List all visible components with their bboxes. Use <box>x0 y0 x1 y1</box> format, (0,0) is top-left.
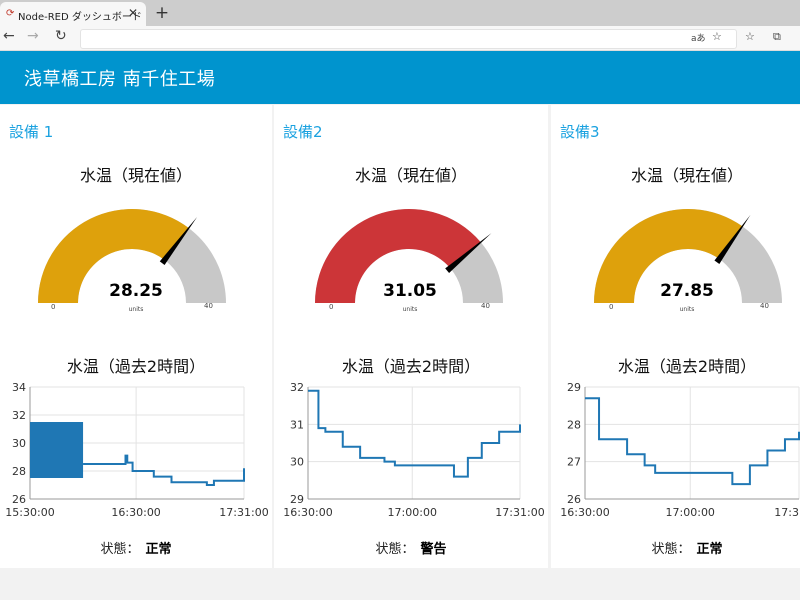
chart-title: 水温（過去2時間） <box>66 357 206 376</box>
y-tick-label: 26 <box>12 493 26 506</box>
status-line: 状態： 正常 <box>551 538 800 557</box>
address-bar[interactable] <box>80 29 737 49</box>
y-tick-label: 29 <box>567 381 581 394</box>
refresh-icon[interactable]: ↻ <box>55 28 67 44</box>
y-tick-label: 32 <box>290 381 304 394</box>
gauge-min-label: 0 <box>51 303 56 311</box>
x-tick-label: 17:31:00 <box>495 506 544 519</box>
back-arrow-icon[interactable]: ← <box>3 28 15 44</box>
group-card-3: 設備3 水温（現在値） 27.85 units 0 40 水温（過去2時間） 2… <box>551 105 800 568</box>
y-tick-label: 30 <box>290 456 304 469</box>
status-value: 正常 <box>696 542 723 557</box>
y-tick-label: 26 <box>567 493 581 506</box>
group-title: 設備 1 <box>9 123 54 141</box>
forward-arrow-icon[interactable]: → <box>27 28 39 44</box>
series-line <box>308 389 521 478</box>
status-value: 警告 <box>420 542 447 557</box>
browser-toolbar: ← → ↻ aあ ☆ ☆ ⧉ <box>0 26 800 51</box>
temperature-line-chart: 29 30 31 32 16:30:00 17:00:00 17:31:00 <box>283 381 544 519</box>
gauge-value: 27.85 <box>660 281 714 301</box>
browser-tab[interactable]: ⟳ Node-RED ダッシュボード ✕ <box>0 2 146 26</box>
dashboard-title: 浅草橋工房 南千住工場 <box>24 69 216 90</box>
gauge-value: 28.25 <box>109 281 163 301</box>
status-label: 状態： <box>375 542 415 557</box>
series-line <box>83 454 245 486</box>
y-tick-label: 27 <box>567 456 581 469</box>
group-card-2: 設備2 水温（現在値） 31.05 units 0 40 水温（過去2時間） 2… <box>274 105 548 568</box>
gauge-units: units <box>402 306 418 313</box>
node-red-favicon-icon: ⟳ <box>6 8 15 19</box>
y-tick-label: 30 <box>12 437 26 450</box>
status-label: 状態： <box>651 542 691 557</box>
favorite-star-icon[interactable]: ☆ <box>712 30 722 43</box>
noisy-data-band <box>30 422 84 478</box>
gauge-title: 水温（現在値） <box>79 166 192 185</box>
chart-title: 水温（過去2時間） <box>617 357 757 376</box>
gauge-max-label: 40 <box>760 302 769 310</box>
status-label: 状態： <box>100 542 140 557</box>
x-tick-label: 16:30:00 <box>560 506 609 519</box>
read-aloud-icon[interactable]: aあ <box>691 31 706 44</box>
group-card-1: 設備 1 水温（現在値） 28.25 units 0 40 水温（過去2時間） … <box>0 105 272 568</box>
x-tick-label: 16:30:00 <box>111 506 160 519</box>
y-tick-label: 29 <box>290 493 304 506</box>
group-title: 設備2 <box>283 123 323 141</box>
tab-title: Node-RED ダッシュボード <box>18 12 142 23</box>
series-line <box>585 397 800 486</box>
favorites-list-icon[interactable]: ☆ <box>745 30 755 43</box>
x-tick-label: 17:00:00 <box>666 506 715 519</box>
x-tick-label: 17:31:00 <box>774 506 800 519</box>
status-line: 状態： 正常 <box>0 538 272 557</box>
y-tick-label: 34 <box>12 381 26 394</box>
temperature-line-chart: 26 27 28 29 16:30:00 17:00:00 17:31:00 <box>560 381 800 519</box>
y-tick-label: 32 <box>12 409 26 422</box>
x-tick-label: 15:30:00 <box>5 506 54 519</box>
x-tick-label: 17:00:00 <box>388 506 437 519</box>
group-title: 設備3 <box>560 123 600 141</box>
collections-icon[interactable]: ⧉ <box>773 30 781 44</box>
x-tick-label: 16:30:00 <box>283 506 332 519</box>
dashboard-header: 浅草橋工房 南千住工場 <box>0 51 800 104</box>
chart-title: 水温（過去2時間） <box>341 357 481 376</box>
y-tick-label: 28 <box>12 465 26 478</box>
status-line: 状態： 警告 <box>274 538 548 557</box>
y-tick-label: 28 <box>567 418 581 431</box>
gauge-units: units <box>128 306 144 313</box>
browser-tab-strip: ⟳ Node-RED ダッシュボード ✕ + <box>0 0 800 26</box>
status-value: 正常 <box>145 542 172 557</box>
x-tick-label: 17:31:00 <box>219 506 268 519</box>
gauge-min-label: 0 <box>329 303 334 311</box>
y-tick-label: 31 <box>290 418 304 431</box>
gauge-max-label: 40 <box>204 302 213 310</box>
gauge-title: 水温（現在値） <box>354 166 467 185</box>
gauge-title: 水温（現在値） <box>630 166 743 185</box>
temperature-line-chart: 26 28 30 32 34 15:30:00 16:30:00 17:31:00 <box>5 381 268 519</box>
gauge-max-label: 40 <box>481 302 490 310</box>
gauge-value: 31.05 <box>383 281 437 301</box>
tab-close-icon[interactable]: ✕ <box>128 6 138 20</box>
gauge-min-label: 0 <box>609 303 614 311</box>
new-tab-button[interactable]: + <box>152 3 172 23</box>
